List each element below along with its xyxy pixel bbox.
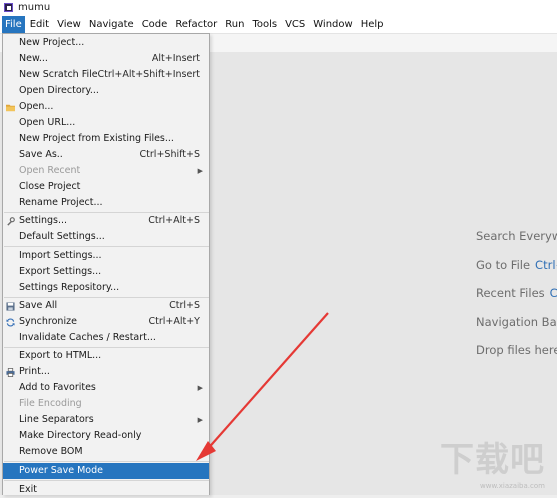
hint-drop-files: Drop files here <box>476 343 557 358</box>
menu-item-settings[interactable]: Settings... Ctrl+Alt+S <box>3 213 209 229</box>
menu-item-power-save-mode[interactable]: Power Save Mode <box>3 463 209 479</box>
menu-item-import-settings[interactable]: Import Settings... <box>3 248 209 264</box>
menu-item-open-directory[interactable]: Open Directory... <box>3 83 209 99</box>
menu-item-open[interactable]: Open... <box>3 99 209 115</box>
save-icon <box>6 302 15 311</box>
menu-vcs[interactable]: VCS <box>282 16 308 33</box>
menu-item-export-settings[interactable]: Export Settings... <box>3 264 209 280</box>
menu-item-new-scratch-file[interactable]: New Scratch File Ctrl+Alt+Shift+Insert <box>3 67 209 83</box>
menu-run[interactable]: Run <box>222 16 247 33</box>
menu-item-open-recent[interactable]: Open Recent ▶ <box>3 163 209 179</box>
window-title: mumu <box>18 2 51 13</box>
menu-separator <box>4 461 209 462</box>
watermark-url: www.xiazaiba.com <box>480 482 545 490</box>
menu-item-remove-bom[interactable]: Remove BOM <box>3 444 209 460</box>
menu-item-close-project[interactable]: Close Project <box>3 179 209 195</box>
title-bar: mumu <box>0 0 557 15</box>
menu-code[interactable]: Code <box>139 16 171 33</box>
menu-navigate[interactable]: Navigate <box>86 16 137 33</box>
menu-window[interactable]: Window <box>310 16 355 33</box>
menu-item-settings-repository[interactable]: Settings Repository... <box>3 280 209 296</box>
app-logo-icon <box>4 3 13 12</box>
submenu-arrow-icon: ▶ <box>197 384 203 392</box>
menu-edit[interactable]: Edit <box>27 16 52 33</box>
menu-item-save-as[interactable]: Save As.. Ctrl+Shift+S <box>3 147 209 163</box>
menu-item-new[interactable]: New... Alt+Insert <box>3 51 209 67</box>
folder-icon <box>6 104 15 112</box>
menu-item-print[interactable]: Print... <box>3 364 209 380</box>
menu-refactor[interactable]: Refactor <box>172 16 220 33</box>
menu-item-file-encoding[interactable]: File Encoding <box>3 396 209 412</box>
menu-item-new-project[interactable]: New Project... <box>3 35 209 51</box>
menu-item-synchronize[interactable]: Synchronize Ctrl+Alt+Y <box>3 314 209 330</box>
wrench-icon <box>7 217 15 226</box>
menu-tools[interactable]: Tools <box>249 16 280 33</box>
menu-separator <box>4 480 209 481</box>
printer-icon <box>6 368 15 377</box>
menu-item-invalidate-caches[interactable]: Invalidate Caches / Restart... <box>3 330 209 346</box>
hint-search-everywhere: Search Everyw <box>476 229 557 243</box>
menu-item-make-directory-read-only[interactable]: Make Directory Read-only <box>3 428 209 444</box>
sync-icon <box>6 318 15 327</box>
hint-go-to-file: Go to FileCtrl+ <box>476 257 557 272</box>
menu-bar: File Edit View Navigate Code Refactor Ru… <box>0 15 557 34</box>
hint-recent-files: Recent FilesCt <box>476 286 557 301</box>
menu-separator <box>4 246 209 247</box>
editor-hints: Search Everyw Go to FileCtrl+ Recent Fil… <box>476 229 557 372</box>
menu-help[interactable]: Help <box>358 16 387 33</box>
submenu-arrow-icon: ▶ <box>197 167 203 175</box>
menu-item-line-separators[interactable]: Line Separators ▶ <box>3 412 209 428</box>
menu-item-new-project-existing[interactable]: New Project from Existing Files... <box>3 131 209 147</box>
menu-item-exit[interactable]: Exit <box>3 482 209 498</box>
menu-item-add-to-favorites[interactable]: Add to Favorites ▶ <box>3 380 209 396</box>
file-menu-dropdown: New Project... New... Alt+Insert New Scra… <box>2 33 210 495</box>
menu-item-rename-project[interactable]: Rename Project... <box>3 195 209 211</box>
menu-item-export-to-html[interactable]: Export to HTML... <box>3 348 209 364</box>
menu-item-default-settings[interactable]: Default Settings... <box>3 229 209 245</box>
submenu-arrow-icon: ▶ <box>197 416 203 424</box>
menu-file[interactable]: File <box>2 15 25 33</box>
menu-view[interactable]: View <box>54 16 84 33</box>
hint-navigation-bar: Navigation Ba <box>476 314 557 329</box>
menu-item-save-all[interactable]: Save All Ctrl+S <box>3 298 209 314</box>
menu-item-open-url[interactable]: Open URL... <box>3 115 209 131</box>
